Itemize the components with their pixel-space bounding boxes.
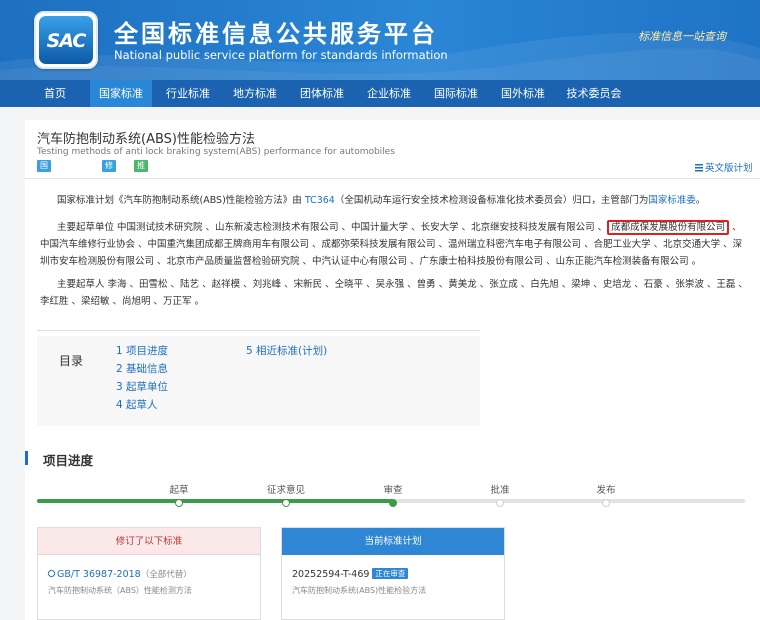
step-label: 审查 [383,485,403,496]
nav-item-group[interactable]: 团体标准 [292,80,352,107]
site-slogan: 标准信息一站查询 [638,30,726,43]
step-publish: 发布 [576,482,636,507]
step-label: 批准 [490,485,510,496]
intro-text-2: （全国机动车运行安全技术检测设备标准化技术委员会）归口，主管部门为 [334,195,649,206]
nav-item-international[interactable]: 国际标准 [426,80,486,107]
revised-standards-box: 修订了以下标准 GB/T 36987-2018（全部代替） 汽车防抱制动系统（A… [37,527,261,620]
step-consultation: 征求意见 [256,482,316,507]
drafting-units-paragraph: 主要起草单位 中国测试技术研究院 、山东新凌志检测技术有限公司 、中国计量大学 … [40,219,748,270]
site-title: 全国标准信息公共服务平台 [114,20,438,48]
step-draft: 起草 [149,482,209,507]
site-title-en: National public service platform for sta… [114,48,448,62]
toc-divider [37,330,480,331]
nav-item-industry[interactable]: 行业标准 [158,80,218,107]
main-nav: 首页 国家标准 行业标准 地方标准 团体标准 企业标准 国际标准 国外标准 技术… [0,80,760,107]
tc-link[interactable]: TC364 [305,195,335,206]
current-plan-entry: 20252594-T-469 正在审查 [292,568,409,580]
revised-standards-header: 修订了以下标准 [38,528,260,555]
revised-standard-entry: GB/T 36987-2018（全部代替） [46,568,192,580]
intro-text: 国家标准计划《汽车防抱制动系统(ABS)性能检验方法》由 [57,195,305,206]
tag-recommended: 推荐性 [134,160,148,194]
tag-revise: 修订 [102,160,116,182]
step-review: 审查 [363,482,423,507]
drafting-units-text: 主要起草单位 中国测试技术研究院 、山东新凌志检测技术有限公司 、中国计量大学 … [57,222,608,233]
step-dot [282,499,290,507]
status-badge: 正在审查 [372,568,409,579]
standard-detail-card: 汽车防抱制动系统(ABS)性能检验方法 Testing methods of a… [25,120,760,620]
plan-code: 20252594-T-469 [292,569,370,580]
toc-item-drafting-units[interactable]: 3 起草单位 [116,379,168,394]
site-header: SAC 全国标准信息公共服务平台 National public service… [0,0,760,80]
progress-line-complete [37,499,393,503]
current-plan-desc: 汽车防抱制动系统(ABS)性能检验方法 [292,586,427,595]
list-icon [695,164,703,172]
nav-item-enterprise[interactable]: 企业标准 [359,80,419,107]
section-title-progress: 项目进度 [43,453,94,468]
section-marker [25,451,28,465]
current-plan-header: 当前标准计划 [282,528,504,555]
nav-item-home[interactable]: 首页 [30,80,80,107]
sac-logo[interactable]: SAC [34,11,98,69]
logo-text: SAC [46,30,87,52]
toc-item-basic-info[interactable]: 2 基础信息 [116,361,168,376]
step-dot [496,499,504,507]
current-plan-box: 当前标准计划 20252594-T-469 正在审查 汽车防抱制动系统(ABS)性… [281,527,505,620]
toc-label: 目录 [59,354,84,368]
toc-item-progress[interactable]: 1 项目进度 [116,343,168,358]
revised-standard-link[interactable]: GB/T 36987-2018 [57,569,141,580]
intro-text-3: 。 [695,195,706,206]
table-of-contents: 目录 1 项目进度 2 基础信息 3 起草单位 4 起草人 5 相近标准(计划) [37,336,480,426]
standard-title-en: Testing methods of anti lock braking sys… [37,147,395,157]
dept-link[interactable]: 国家标准委 [648,195,696,206]
toc-item-similar[interactable]: 5 相近标准(计划) [246,343,327,358]
tag-plan: 国家标准计划 [37,160,51,230]
step-label: 起草 [169,485,189,496]
english-version-label: 英文版计划 [705,163,753,174]
nav-item-foreign[interactable]: 国外标准 [493,80,553,107]
header-divider [25,178,760,179]
step-dot [602,499,610,507]
standard-title: 汽车防抱制动系统(ABS)性能检验方法 [37,132,255,147]
intro-paragraph: 国家标准计划《汽车防抱制动系统(ABS)性能检验方法》由 TC364（全国机动车… [40,192,748,209]
step-approval: 批准 [470,482,530,507]
step-label: 发布 [596,485,616,496]
revised-standard-desc: 汽车防抱制动系统（ABS）性能检测方法 [48,586,192,595]
step-label: 征求意见 [266,485,305,496]
link-icon [46,568,57,579]
nav-item-local[interactable]: 地方标准 [225,80,285,107]
step-dot-current [389,499,397,507]
english-version-link[interactable]: 英文版计划 [695,160,753,174]
toc-item-drafters[interactable]: 4 起草人 [116,397,158,412]
nav-item-national[interactable]: 国家标准 [90,80,152,107]
replacement-note: （全部代替） [140,570,192,580]
step-dot [175,499,183,507]
drafters-paragraph: 主要起草人 李海 、田雪松 、陆艺 、赵祥模 、刘兆峰 、宋新民 、仝晓平 、吴… [40,279,748,307]
highlighted-unit: 成都成保发展股份有限公司 [607,220,730,235]
nav-item-committee[interactable]: 技术委员会 [558,80,630,107]
progress-line-pending [393,499,745,503]
